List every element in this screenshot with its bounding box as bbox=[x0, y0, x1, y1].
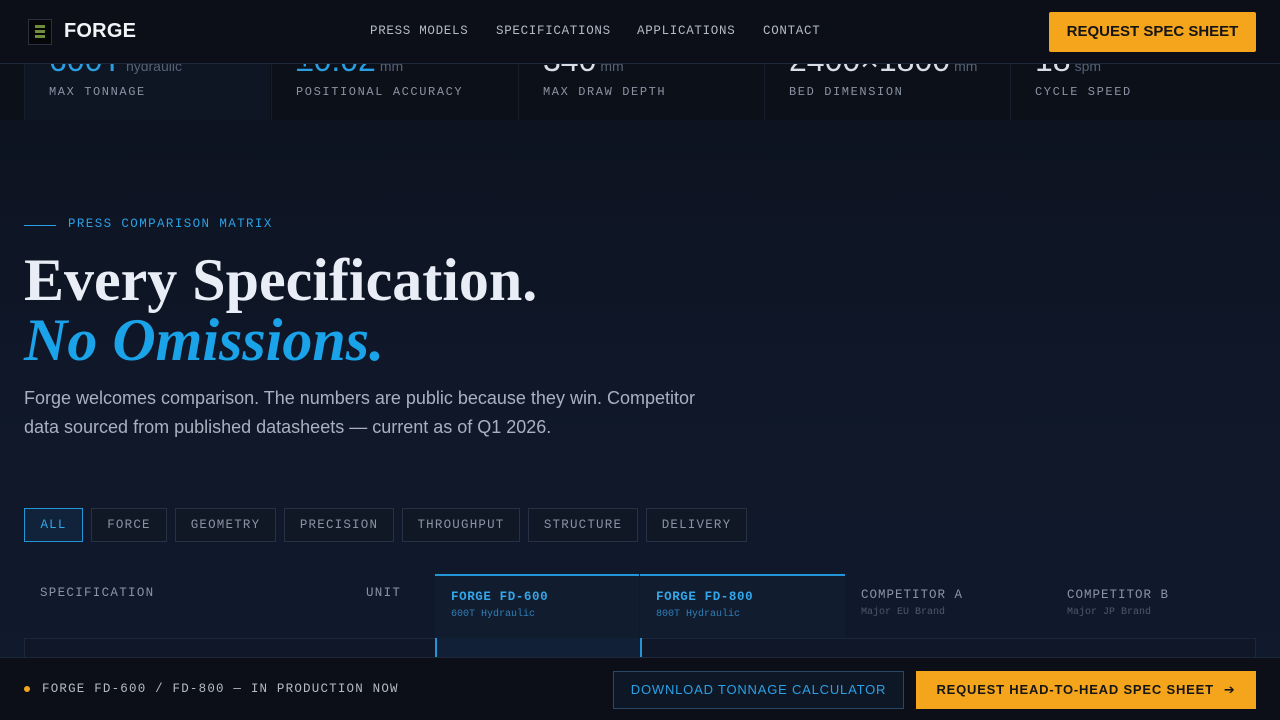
column-subtitle: 800T Hydraulic bbox=[656, 609, 741, 620]
nav-applications[interactable]: APPLICATIONS bbox=[637, 24, 735, 38]
filter-tab-structure[interactable]: STRUCTURE bbox=[528, 508, 638, 542]
column-subtitle: 600T Hydraulic bbox=[451, 609, 536, 620]
col-competitor-a[interactable]: COMPETITOR A Major EU Brand bbox=[845, 574, 1050, 638]
col-forge-fd-600[interactable]: FORGE FD-600 600T Hydraulic bbox=[435, 574, 639, 638]
column-name: COMPETITOR A bbox=[861, 588, 964, 602]
request-spec-sheet-button[interactable]: REQUEST SPEC SHEET bbox=[1049, 12, 1256, 52]
filter-tab-precision[interactable]: PRECISION bbox=[284, 508, 394, 542]
column-subtitle: Major EU Brand bbox=[861, 607, 946, 618]
hero-description: Forge welcomes comparison. The numbers a… bbox=[24, 388, 695, 437]
nav-specifications[interactable]: SPECIFICATIONS bbox=[496, 24, 611, 38]
column-name: FORGE FD-600 bbox=[451, 590, 549, 604]
stat-label: MAX DRAW DEPTH bbox=[543, 85, 667, 99]
stat-label: CYCLE SPEED bbox=[1035, 85, 1132, 99]
page-title-line2: No Omissions. bbox=[24, 307, 385, 373]
column-name: FORGE FD-800 bbox=[656, 590, 754, 604]
forge-logo-icon[interactable] bbox=[28, 19, 52, 45]
production-status: FORGE FD-600 / FD-800 — IN PRODUCTION NO… bbox=[42, 682, 399, 696]
col-competitor-b[interactable]: COMPETITOR B Major JP Brand bbox=[1051, 574, 1256, 638]
filter-tab-throughput[interactable]: THROUGHPUT bbox=[402, 508, 520, 542]
nav-press-models[interactable]: PRESS MODELS bbox=[370, 24, 468, 38]
col-unit[interactable]: UNIT bbox=[366, 586, 401, 600]
nav-contact[interactable]: CONTACT bbox=[763, 24, 820, 38]
col-specification[interactable]: SPECIFICATION bbox=[40, 586, 154, 600]
filter-tab-all[interactable]: ALL bbox=[24, 508, 83, 542]
filter-tab-geometry[interactable]: GEOMETRY bbox=[175, 508, 276, 542]
section-eyebrow: PRESS COMPARISON MATRIX bbox=[68, 217, 273, 231]
stat-label: MAX TONNAGE bbox=[49, 85, 146, 99]
stat-label: POSITIONAL ACCURACY bbox=[296, 85, 464, 99]
column-subtitle: Major JP Brand bbox=[1067, 607, 1152, 618]
status-dot-icon bbox=[24, 686, 30, 692]
eyebrow-rule bbox=[24, 225, 56, 226]
request-head-to-head-button[interactable]: REQUEST HEAD-TO-HEAD SPEC SHEET ➔ bbox=[916, 671, 1256, 709]
filter-tab-force[interactable]: FORCE bbox=[91, 508, 167, 542]
top-header: FORGE PRESS MODELS SPECIFICATIONS APPLIC… bbox=[0, 0, 1280, 64]
column-name: COMPETITOR B bbox=[1067, 588, 1170, 602]
sticky-cta-bar: FORGE FD-600 / FD-800 — IN PRODUCTION NO… bbox=[0, 657, 1280, 720]
page-title-line1: Every Specification. bbox=[24, 247, 538, 313]
filter-tab-delivery[interactable]: DELIVERY bbox=[646, 508, 747, 542]
download-calculator-button[interactable]: DOWNLOAD TONNAGE CALCULATOR bbox=[613, 671, 904, 709]
brand-name[interactable]: FORGE bbox=[64, 20, 136, 43]
col-forge-fd-800[interactable]: FORGE FD-800 800T Hydraulic bbox=[640, 574, 845, 638]
button-label: REQUEST HEAD-TO-HEAD SPEC SHEET bbox=[936, 682, 1214, 697]
arrow-right-icon: ➔ bbox=[1223, 682, 1236, 697]
comparison-table-header: SPECIFICATION UNIT FORGE FD-600 600T Hyd… bbox=[24, 574, 1256, 638]
stat-label: BED DIMENSION bbox=[789, 85, 904, 99]
